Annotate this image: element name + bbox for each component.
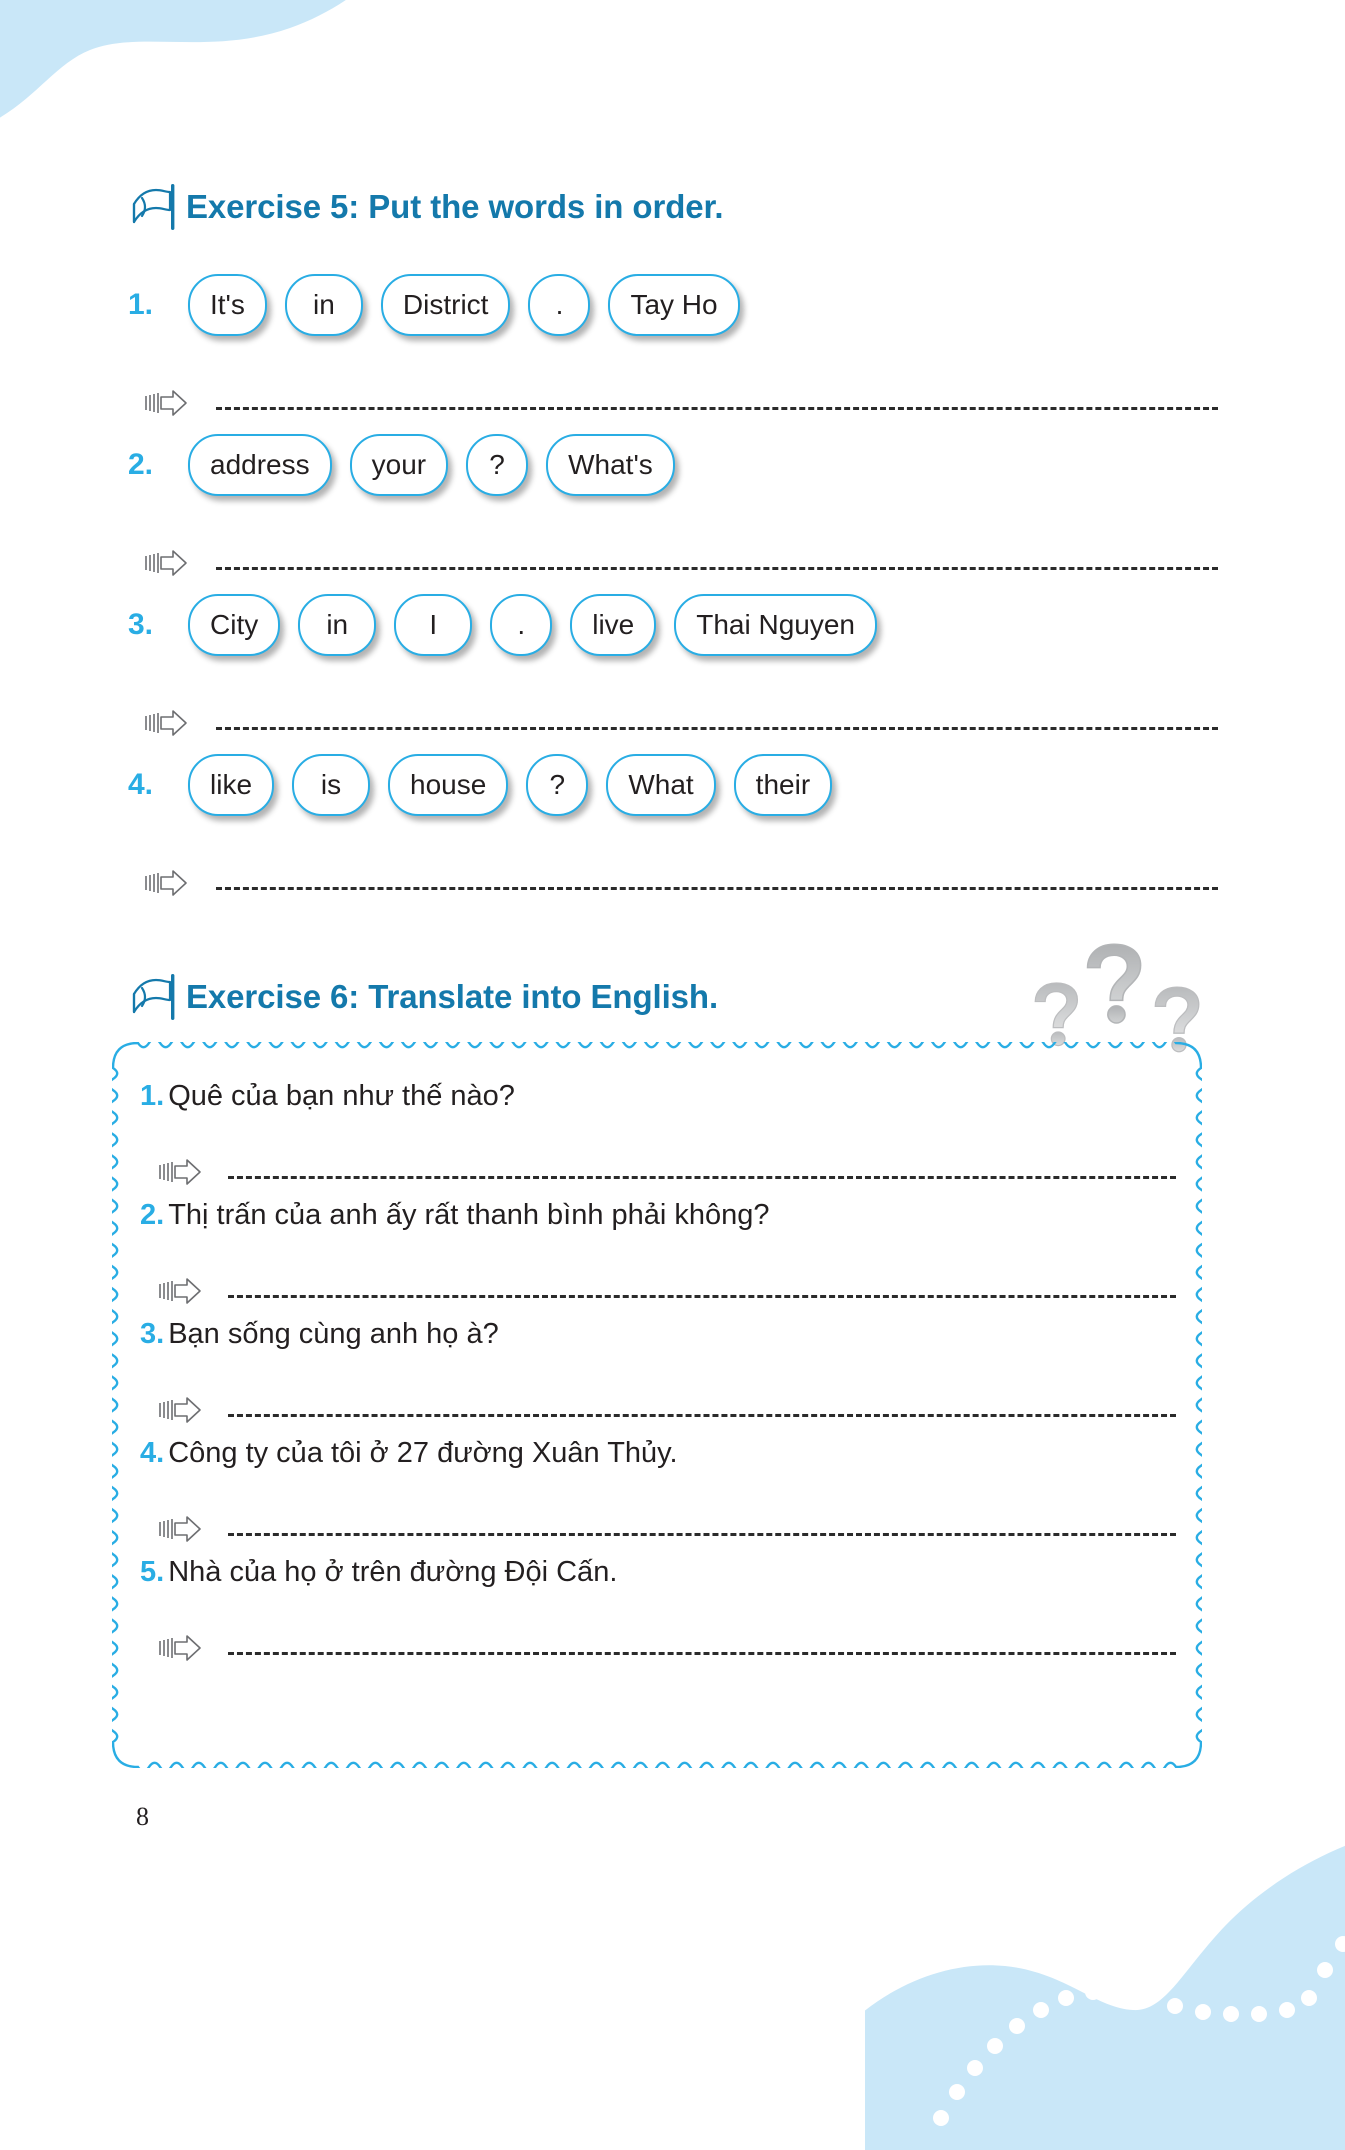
word-chip[interactable]: It's xyxy=(188,274,267,336)
sentence-text: Công ty của tôi ở 27 đường Xuân Thủy. xyxy=(168,1436,678,1469)
word-chip[interactable]: What's xyxy=(546,434,675,496)
item-number: 5. xyxy=(140,1555,165,1588)
exercise5-title: Exercise 5: Put the words in order. xyxy=(186,188,724,225)
word-chip[interactable]: like xyxy=(188,754,275,816)
answer-line-row xyxy=(140,1595,1176,1667)
translation-answer-box: 1. Quê của bạn như thế nào? 2. Thị trấn của… xyxy=(112,1042,1202,1768)
word-chip[interactable]: What xyxy=(606,754,716,816)
row-number: 1. xyxy=(128,288,154,321)
arrow-right-icon xyxy=(145,390,187,416)
vietnamese-sentence: 4. Công ty của tôi ở 27 đường Xuân Thủy. xyxy=(140,1431,1176,1476)
translation-item: 3. Bạn sống cùng anh họ à? xyxy=(140,1312,1176,1429)
item-number: 1. xyxy=(140,1080,165,1112)
answer-blank-line[interactable] xyxy=(228,1532,1176,1536)
worksheet-page: Exercise 5: Put the words in order. 1. It… xyxy=(0,0,1345,1920)
word-order-row: 3. City in I. live Thai Nguyen xyxy=(128,582,1218,668)
answer-line-row xyxy=(140,1119,1176,1191)
vietnamese-sentence: 5. Nhà của họ ở trên đường Đội Cấn. xyxy=(140,1550,1176,1595)
item-number: 4. xyxy=(140,1436,165,1469)
answer-blank-line[interactable] xyxy=(216,567,1218,570)
row-number: 2. xyxy=(128,448,154,481)
word-chip[interactable]: their xyxy=(733,754,833,816)
exercise6-heading: Exercise 6: Translate into English. xyxy=(128,968,718,1026)
word-chip[interactable]: District xyxy=(380,274,511,336)
arrow-right-icon xyxy=(145,550,187,576)
answer-blank-line[interactable] xyxy=(228,1651,1176,1655)
word-chip[interactable]: is xyxy=(292,754,371,816)
arrow-right-icon xyxy=(145,870,187,896)
row-number: 4. xyxy=(128,768,154,801)
answer-line-row xyxy=(140,1357,1176,1429)
word-order-row: 4. like is house? What their xyxy=(128,742,1218,828)
translation-items: 1. Quê của bạn như thế nào? 2. Thị trấn của… xyxy=(140,1074,1176,1669)
vietnamese-sentence: 1. Quê của bạn như thế nào? xyxy=(140,1074,1176,1119)
item-number: 3. xyxy=(140,1317,165,1350)
item-number: 2. xyxy=(140,1198,165,1231)
answer-blank-line[interactable] xyxy=(228,1175,1176,1179)
exercise6-title: Exercise 6: Translate into English. xyxy=(186,978,719,1015)
translation-item: 5. Nhà của họ ở trên đường Đội Cấn. xyxy=(140,1550,1176,1667)
answer-line-row xyxy=(140,1238,1176,1310)
vietnamese-sentence: 3. Bạn sống cùng anh họ à? xyxy=(140,1312,1176,1357)
answer-blank-line[interactable] xyxy=(216,887,1218,890)
sentence-text: Quê của bạn như thế nào? xyxy=(168,1080,515,1112)
word-chip[interactable]: City xyxy=(188,594,281,656)
translation-item: 1. Quê của bạn như thế nào? xyxy=(140,1074,1176,1191)
translation-item: 2. Thị trấn của anh ấy rất thanh bình phả… xyxy=(140,1193,1176,1310)
arrow-right-icon xyxy=(159,1159,201,1185)
answer-line-row xyxy=(128,828,1218,902)
answer-line-row xyxy=(128,508,1218,582)
answer-line-row xyxy=(128,668,1218,742)
word-chip[interactable]: in xyxy=(284,274,363,336)
word-chip[interactable]: ? xyxy=(466,434,529,496)
arrow-right-icon xyxy=(159,1278,201,1304)
arrow-right-icon xyxy=(159,1515,201,1542)
word-chip[interactable]: Tay Ho xyxy=(608,274,740,336)
word-order-row: 2. address your? What's xyxy=(128,422,1218,508)
word-chip[interactable]: ? xyxy=(526,754,589,816)
sentence-text: Nhà của họ ở trên đường Đội Cấn. xyxy=(168,1555,618,1588)
vietnamese-sentence: 2. Thị trấn của anh ấy rất thanh bình phả… xyxy=(140,1193,1176,1238)
word-chip[interactable]: live xyxy=(570,594,657,656)
answer-blank-line[interactable] xyxy=(216,727,1218,730)
exercise5-body: 1. It's in District. Tay Ho 2. address your? Wha… xyxy=(128,262,1218,902)
word-chip[interactable]: . xyxy=(490,594,553,656)
arrow-right-icon xyxy=(145,710,187,736)
answer-blank-line[interactable] xyxy=(228,1294,1176,1298)
flag-icon xyxy=(132,184,175,230)
word-chip[interactable]: Thai Nguyen xyxy=(674,594,878,656)
word-chip[interactable]: in xyxy=(298,594,377,656)
sentence-text: Thị trấn của anh ấy rất thanh bình phải … xyxy=(168,1198,770,1231)
word-chip[interactable]: house xyxy=(388,754,509,816)
answer-line-row xyxy=(128,348,1218,422)
sentence-text: Bạn sống cùng anh họ à? xyxy=(168,1317,499,1350)
word-chip[interactable]: I xyxy=(394,594,473,656)
translation-item: 4. Công ty của tôi ở 27 đường Xuân Thủy. xyxy=(140,1431,1176,1548)
arrow-right-icon xyxy=(159,1397,201,1423)
answer-line-row xyxy=(140,1476,1176,1548)
word-chip[interactable]: address xyxy=(188,434,332,496)
row-number: 3. xyxy=(128,608,154,641)
answer-blank-line[interactable] xyxy=(216,407,1218,410)
flag-icon xyxy=(132,974,175,1020)
word-chip[interactable]: your xyxy=(349,434,449,496)
arrow-right-icon xyxy=(159,1634,201,1661)
page-number: 8 xyxy=(136,1802,149,1831)
answer-blank-line[interactable] xyxy=(228,1413,1176,1417)
exercise5-heading: Exercise 5: Put the words in order. xyxy=(128,178,724,236)
word-chip[interactable]: . xyxy=(528,274,591,336)
word-order-row: 1. It's in District. Tay Ho xyxy=(128,262,1218,348)
